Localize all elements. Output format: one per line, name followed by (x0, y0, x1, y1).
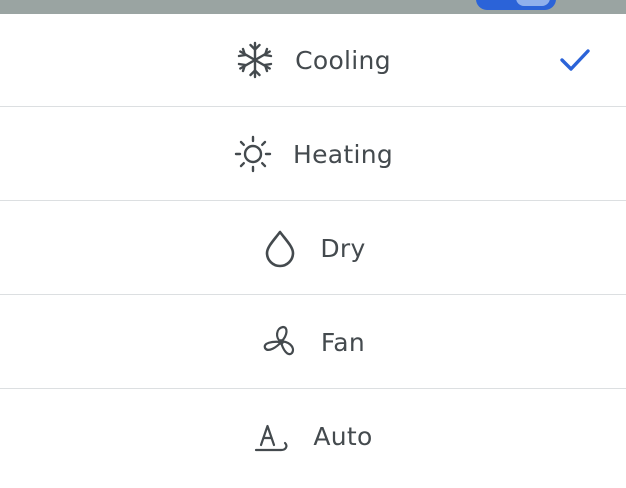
droplet-icon (260, 228, 300, 268)
mode-label-heating: Heating (292, 139, 394, 169)
mode-label-auto: Auto (313, 422, 373, 451)
checkmark-icon (560, 49, 590, 71)
sun-icon (233, 134, 273, 174)
mode-label-cooling: Cooling (295, 45, 391, 75)
toggle-switch[interactable] (476, 0, 556, 10)
fan-icon (261, 322, 301, 362)
mode-option-dry[interactable]: Dry (0, 202, 626, 295)
mode-label-dry: Dry (320, 233, 366, 263)
mode-option-auto[interactable]: Auto (0, 390, 626, 483)
mode-option-heating[interactable]: Heating (0, 108, 626, 201)
auto-icon (253, 417, 293, 457)
mode-label-fan: Fan (320, 327, 366, 357)
mode-option-cooling[interactable]: Cooling (0, 14, 626, 107)
mode-option-fan[interactable]: Fan (0, 296, 626, 389)
mode-selection-sheet: Cooling Heating Dry Fan Auto (0, 14, 626, 488)
snowflake-icon (235, 40, 275, 80)
